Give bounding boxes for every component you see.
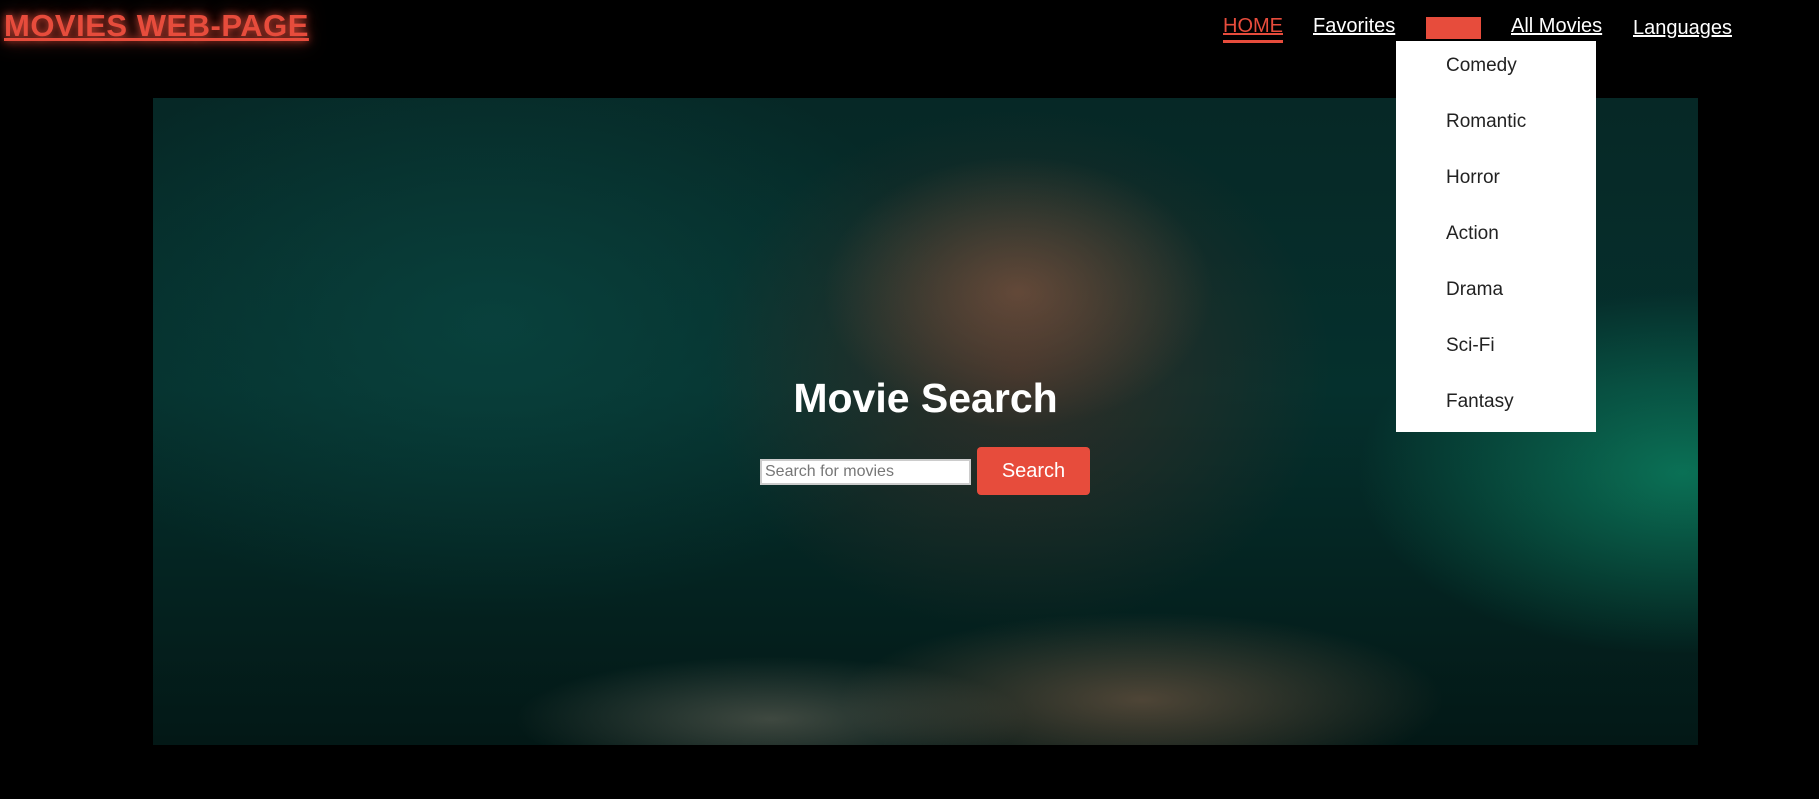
nav-home-link[interactable]: HOME: [1223, 15, 1283, 43]
dropdown-item-sci-fi[interactable]: Sci-Fi: [1446, 335, 1495, 357]
search-button[interactable]: Search: [977, 447, 1090, 495]
site-logo[interactable]: MOVIES WEB-PAGE: [4, 8, 309, 44]
search-input[interactable]: [760, 459, 971, 485]
dropdown-item-drama[interactable]: Drama: [1446, 279, 1503, 301]
dropdown-item-horror[interactable]: Horror: [1446, 167, 1500, 189]
nav-all-movies-link[interactable]: All Movies: [1511, 15, 1602, 38]
genres-dropdown-menu: Comedy Romantic Horror Action Drama Sci-…: [1396, 41, 1596, 432]
genres-dropdown-toggle[interactable]: [1426, 17, 1481, 39]
dropdown-item-comedy[interactable]: Comedy: [1446, 55, 1517, 77]
dropdown-item-fantasy[interactable]: Fantasy: [1446, 391, 1514, 413]
dropdown-item-romantic[interactable]: Romantic: [1446, 111, 1526, 133]
nav-favorites-link[interactable]: Favorites: [1313, 15, 1395, 38]
nav-languages-link[interactable]: Languages: [1633, 17, 1732, 40]
dropdown-item-action[interactable]: Action: [1446, 223, 1499, 245]
